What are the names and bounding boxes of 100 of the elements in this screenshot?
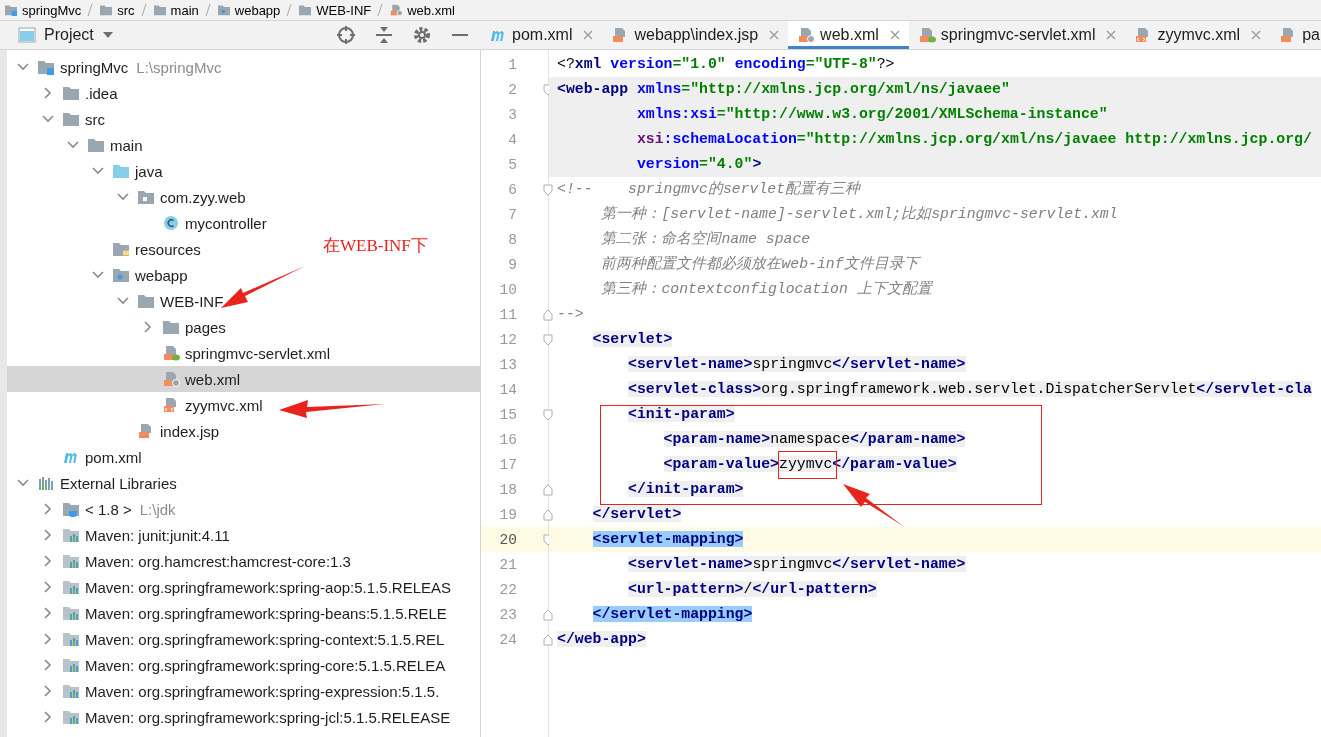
code-line: 第三种：contextconfiglocation 上下文配置 (600, 279, 934, 299)
tree-item-label: Maven: org.springframework:spring-jcl:5.1.5.RELEASE (85, 708, 451, 726)
editor-tab[interactable]: zyymvc.xml (1125, 21, 1271, 49)
tree-item[interactable]: web.xml (7, 366, 480, 392)
web-xml-file-icon (797, 27, 816, 43)
tree-item[interactable]: < 1.8 > L:\jdk (7, 496, 176, 522)
tree-item[interactable]: Maven: org.springframework:spring-context:5.1.5.REL (7, 626, 445, 652)
fold-end-icon[interactable] (543, 633, 553, 646)
tree-item[interactable]: Maven: org.springframework:spring-jcl:5.1.5.RELEASE (7, 704, 451, 730)
tree-item[interactable]: zyymvc.xml (7, 392, 263, 418)
tree-item[interactable]: webapp (7, 262, 188, 288)
line-number: 10 (498, 281, 517, 298)
tree-item[interactable]: Maven: org.hamcrest:hamcrest-core:1.3 (7, 548, 351, 574)
breadcrumb-item[interactable]: webapp (234, 2, 281, 18)
fold-icon[interactable] (543, 408, 553, 421)
code-line: --> (556, 305, 585, 324)
tree-item-label: Maven: junit:junit:4.11 (85, 526, 230, 544)
source-folder-icon (112, 163, 130, 179)
settings-icon[interactable] (412, 25, 432, 45)
editor-tab[interactable]: webapp\index.jsp (602, 21, 789, 49)
tree-item-label: pom.xml (85, 448, 142, 466)
tree-item[interactable]: java (7, 158, 163, 184)
tree-item[interactable]: springMvc L:\springMvc (7, 54, 222, 80)
folder-icon (152, 4, 167, 16)
line-number: 5 (507, 156, 517, 173)
tree-item[interactable]: Maven: junit:junit:4.11 (7, 522, 230, 548)
editor-tab[interactable]: pom.xml (480, 21, 603, 49)
path-label: L:\jdk (139, 500, 176, 518)
close-icon[interactable] (1251, 30, 1262, 40)
breadcrumb-item[interactable]: src (117, 2, 135, 18)
editor-tab[interactable]: web.xml (788, 21, 909, 49)
folder-icon (87, 137, 105, 153)
breadcrumb-item[interactable]: web.xml (407, 2, 455, 18)
library-folder-icon (62, 631, 80, 647)
line-number: 3 (507, 106, 517, 123)
fold-icon[interactable] (543, 333, 553, 346)
tree-item[interactable]: WEB-INF (7, 288, 224, 314)
tree-item[interactable]: pages (7, 314, 226, 340)
tree-item[interactable]: main (7, 132, 143, 158)
fold-end-icon[interactable] (543, 608, 553, 621)
line-number: 11 (498, 306, 517, 323)
tree-item[interactable]: src (7, 106, 105, 132)
fold-end-icon[interactable] (543, 508, 553, 521)
tree-item[interactable]: Maven: org.springframework:spring-expression:5.1.5. (7, 678, 440, 704)
close-icon[interactable] (583, 30, 594, 40)
tree-item-label: Maven: org.springframework:spring-expression:5.1.5. (85, 682, 440, 700)
line-number: 16 (498, 431, 517, 448)
tree-item-label: springmvc-servlet.xml (185, 344, 331, 362)
tree-item-label: pages (185, 318, 226, 336)
tree-item[interactable]: resources (7, 236, 201, 262)
tree-item[interactable]: Maven: org.springframework:spring-beans:5.1.5.RELE (7, 600, 447, 626)
code-line: <?xml version="1.0" encoding="UTF-8"?> (556, 55, 896, 74)
tree-item[interactable]: pom.xml (7, 444, 142, 470)
tree-item[interactable]: .idea (7, 80, 118, 106)
tree-item[interactable]: mycontroller (7, 210, 267, 236)
fold-end-icon[interactable] (543, 483, 553, 496)
tree-item[interactable]: External Libraries (7, 470, 177, 496)
tree-item-label: < 1.8 > (85, 500, 132, 518)
code-line: <servlet-name>springmvc</servlet-name> (627, 355, 967, 374)
tree-item[interactable]: Maven: org.springframework:spring-aop:5.1.5.RELEAS (7, 574, 451, 600)
library-folder-icon (62, 605, 80, 621)
tree-item-label: com.zyy.web (160, 188, 246, 206)
editor-tab[interactable]: pa (1270, 21, 1321, 49)
editor-tab[interactable]: springmvc-servlet.xml (908, 21, 1126, 49)
tree-item-label: Maven: org.hamcrest:hamcrest-core:1.3 (85, 552, 351, 570)
locate-icon[interactable] (336, 25, 356, 45)
tree-item[interactable]: com.zyy.web (7, 184, 246, 210)
tree-item-label: java (135, 162, 163, 180)
tree-item-label: zyymvc.xml (185, 396, 263, 414)
breadcrumb-item[interactable]: WEB-INF (316, 2, 372, 18)
breadcrumb-item[interactable]: main (170, 2, 199, 18)
close-icon[interactable] (1106, 30, 1117, 40)
tree-item-label: resources (135, 240, 201, 258)
tree-item-label: src (85, 110, 105, 128)
line-number: 21 (498, 556, 517, 573)
tree-item[interactable]: springmvc-servlet.xml (7, 340, 331, 366)
tree-item[interactable]: Maven: org.springframework:spring-core:5.1.5.RELEA (7, 652, 446, 678)
separator-icon (377, 3, 384, 17)
tree-item-label: Maven: org.springframework:spring-context:5.1.5.REL (85, 630, 445, 648)
tree-item[interactable]: index.jsp (7, 418, 220, 444)
tree-item-label: Maven: org.springframework:spring-aop:5.1.5.RELEAS (85, 578, 451, 596)
separator-icon (140, 3, 147, 17)
separator-icon (204, 3, 211, 17)
tree-item-label: Maven: org.springframework:spring-core:5.1.5.RELEA (85, 656, 446, 674)
code-line: <servlet-name>springmvc</servlet-name> (627, 555, 967, 574)
collapse-all-icon[interactable] (374, 25, 394, 45)
resources-folder-icon (112, 241, 130, 257)
line-number: 23 (498, 606, 517, 623)
fold-end-icon[interactable] (543, 308, 553, 321)
close-icon[interactable] (889, 30, 900, 40)
fold-icon[interactable] (543, 183, 553, 196)
panel-title[interactable]: Project (44, 26, 94, 44)
tree-item-label: .idea (85, 84, 118, 102)
line-number: 8 (507, 231, 517, 248)
library-folder-icon (62, 683, 80, 699)
breadcrumb-item[interactable]: springMvc (22, 2, 82, 18)
dropdown-caret-icon[interactable] (101, 31, 114, 39)
close-icon[interactable] (769, 30, 780, 40)
folder-icon (99, 4, 114, 16)
code-line: <servlet-class>org.springframework.web.servlet.DispatcherServlet</servlet-cla (627, 380, 1313, 399)
